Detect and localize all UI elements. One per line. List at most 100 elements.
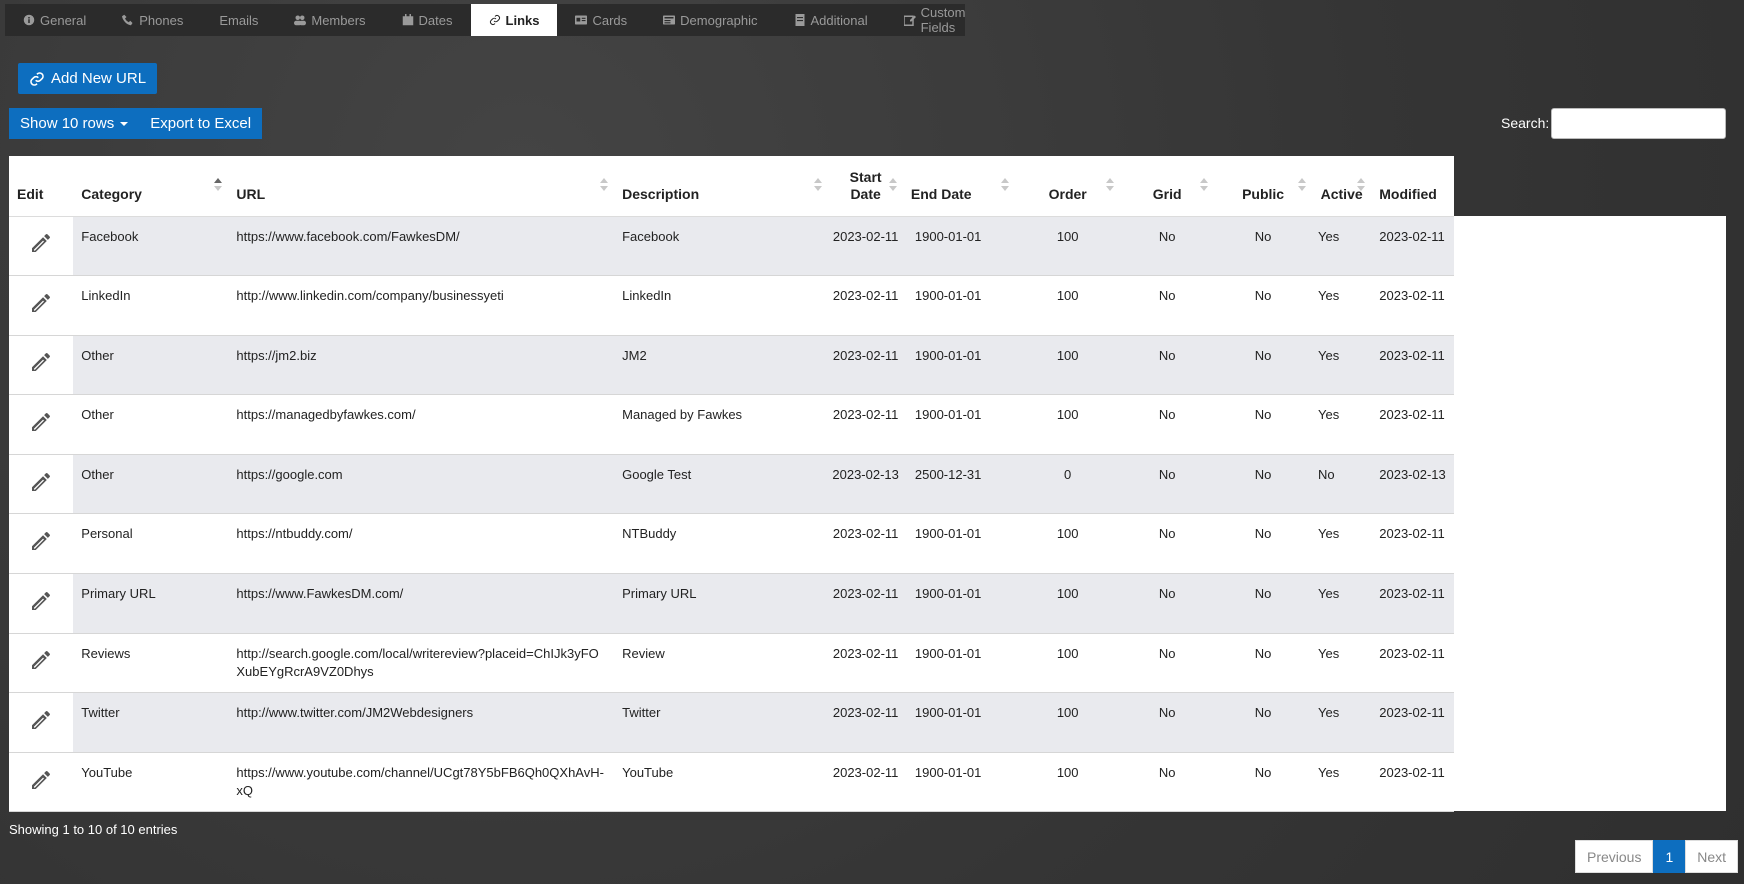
cell-active: Yes: [1312, 692, 1372, 753]
column-header-order[interactable]: Order: [1015, 156, 1121, 217]
add-new-url-label: Add New URL: [51, 70, 147, 87]
tab-general[interactable]: General: [5, 4, 104, 36]
show-rows-dropdown[interactable]: Show 10 rows: [9, 108, 140, 139]
cell-category: YouTube: [73, 752, 229, 813]
cell-modified: 2023-02-11: [1371, 335, 1454, 396]
cell-description: Managed by Fawkes: [614, 394, 829, 455]
cell-url: https://www.facebook.com/FawkesDM/: [228, 216, 615, 277]
cell-category: Other: [73, 394, 229, 455]
cell-description: JM2: [614, 335, 829, 396]
pencil-edit-icon[interactable]: [29, 768, 53, 792]
table-row: Primary URL https://www.FawkesDM.com/Prim…: [9, 573, 1454, 634]
next-page-button[interactable]: Next: [1685, 840, 1739, 873]
cell-active: Yes: [1312, 335, 1372, 396]
column-header-url[interactable]: URL: [228, 156, 615, 217]
tab-dates[interactable]: Dates: [384, 4, 471, 36]
link-icon: [30, 71, 44, 86]
cell-public: No: [1214, 513, 1313, 575]
column-header-label: Public: [1242, 185, 1285, 202]
pagination: Previous 1 Next: [1575, 840, 1739, 873]
tab-additional[interactable]: Additional: [776, 4, 886, 36]
cell-active: No: [1312, 454, 1372, 515]
pencil-edit-icon[interactable]: [29, 648, 53, 672]
tab-members[interactable]: Members: [276, 4, 383, 36]
column-header-grid[interactable]: Grid: [1120, 156, 1215, 217]
tab-label: Phones: [139, 12, 184, 28]
cell-order: 100: [1015, 633, 1121, 694]
column-header-description[interactable]: Description: [614, 156, 829, 217]
cell-end: 1900-01-01: [902, 513, 1016, 575]
cell-grid: No: [1120, 752, 1215, 813]
sort-icon: [1001, 178, 1010, 192]
cell-modified: 2023-02-11: [1371, 633, 1454, 694]
cell-modified: 2023-02-11: [1371, 216, 1454, 277]
table-row: Other https://jm2.biz JM2 2023-02-11 1900-01…: [9, 335, 1454, 396]
sort-icon: [600, 178, 609, 192]
cell-active: Yes: [1312, 633, 1372, 694]
cell-category: Facebook: [73, 216, 229, 277]
edit-cell: [9, 752, 74, 813]
page-1-button[interactable]: 1: [1653, 840, 1686, 873]
table-row: Personal https://ntbuddy.com/NTBuddy 2023-…: [9, 513, 1454, 575]
edit-cell: [9, 394, 74, 455]
cell-active: Yes: [1312, 394, 1372, 455]
pencil-edit-icon[interactable]: [29, 291, 53, 315]
cell-description: Facebook: [614, 216, 829, 277]
column-header-modified[interactable]: Modified: [1371, 156, 1454, 217]
card-icon: [575, 14, 588, 26]
pencil-edit-icon[interactable]: [29, 231, 53, 255]
table-row: Other https://google.com Google Test 2023-0…: [9, 454, 1454, 515]
cell-description: LinkedIn: [614, 275, 829, 336]
column-header-label: Order: [1048, 185, 1087, 202]
cell-url: https://ntbuddy.com/: [228, 513, 615, 575]
column-header-active[interactable]: Active: [1312, 156, 1372, 217]
cell-url: https://www.FawkesDM.com/: [228, 573, 615, 634]
cell-active: Yes: [1312, 513, 1372, 575]
cell-active: Yes: [1312, 275, 1372, 336]
pencil-edit-icon[interactable]: [29, 350, 53, 374]
cell-order: 100: [1015, 573, 1121, 634]
tab-label: Links: [505, 12, 540, 28]
cell-order: 100: [1015, 513, 1121, 575]
pencil-edit-icon[interactable]: [29, 589, 53, 613]
cell-start: 2023-02-11: [828, 335, 903, 396]
cell-url: https://www.youtube.com/channel/UCgt78Y5…: [228, 752, 615, 813]
cell-order: 100: [1015, 752, 1121, 813]
column-header-label: Category: [81, 185, 142, 202]
pencil-edit-icon[interactable]: [29, 529, 53, 553]
previous-page-button[interactable]: Previous: [1575, 840, 1654, 873]
column-header-start-date[interactable]: Start Date: [828, 156, 903, 217]
column-header-public[interactable]: Public: [1214, 156, 1313, 217]
cell-modified: 2023-02-11: [1371, 752, 1454, 813]
add-new-url-button[interactable]: Add New URL: [18, 63, 158, 94]
edit-icon: [903, 14, 916, 26]
tab-cards[interactable]: Cards: [557, 4, 645, 36]
edit-cell: [9, 335, 74, 396]
tab-demographic[interactable]: Demographic: [645, 4, 775, 36]
pencil-edit-icon[interactable]: [29, 470, 53, 494]
export-excel-button[interactable]: Export to Excel: [139, 108, 263, 139]
cell-modified: 2023-02-11: [1371, 692, 1454, 753]
tab-links[interactable]: Links: [470, 4, 558, 36]
cell-grid: No: [1120, 513, 1215, 575]
tab-phones[interactable]: Phones: [104, 4, 201, 36]
pencil-edit-icon[interactable]: [29, 708, 53, 732]
column-header-end-date[interactable]: End Date: [902, 156, 1016, 217]
table-row: Other https://managedbyfawkes.com/Managed…: [9, 394, 1454, 455]
link-icon: [489, 14, 501, 26]
tab-emails[interactable]: Emails: [201, 4, 276, 36]
cell-end: 1900-01-01: [902, 752, 1016, 813]
edit-cell: [9, 275, 74, 336]
cell-description: Review: [614, 633, 829, 694]
cell-grid: No: [1120, 394, 1215, 455]
pencil-edit-icon[interactable]: [29, 410, 53, 434]
cell-grid: No: [1120, 633, 1215, 694]
table-info: Showing 1 to 10 of 10 entries: [9, 822, 178, 837]
column-header-category[interactable]: Category: [73, 156, 229, 217]
cell-grid: No: [1120, 216, 1215, 277]
cell-active: Yes: [1312, 752, 1372, 813]
document-icon: [794, 14, 806, 26]
tab-custom-fields[interactable]: Custom Fields: [886, 4, 984, 36]
search-input[interactable]: [1551, 108, 1726, 139]
cell-start: 2023-02-11: [828, 216, 903, 277]
